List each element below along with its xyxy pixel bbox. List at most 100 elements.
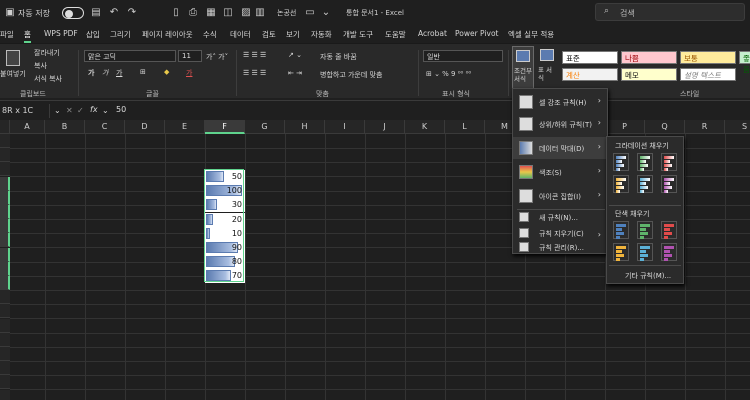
column-header-l[interactable]: L [445, 120, 485, 134]
solid-databar-option-icon[interactable] [613, 243, 629, 261]
row-header[interactable] [0, 205, 10, 219]
column-header-d[interactable]: D [125, 120, 165, 134]
tab-power-pivot[interactable]: Power Pivot [455, 29, 498, 38]
solid-databar-option-icon[interactable] [613, 221, 629, 239]
column-header-a[interactable]: A [10, 120, 45, 134]
bold-button[interactable]: 가 [88, 68, 94, 78]
tab-review[interactable]: 검토 [262, 29, 276, 40]
column-header-g[interactable]: G [245, 120, 285, 134]
tab-wps-pdf[interactable]: WPS PDF [44, 29, 78, 38]
tab-automate[interactable]: 자동화 [311, 29, 332, 40]
row-header[interactable] [0, 290, 10, 305]
column-header-i[interactable]: I [325, 120, 365, 134]
solid-databar-option-icon[interactable] [661, 243, 677, 261]
image-icon[interactable]: ▨ [240, 7, 252, 19]
insert-function-button[interactable]: fx [90, 105, 98, 114]
gradient-databar-option-icon[interactable] [637, 175, 653, 193]
style-explanatory[interactable]: 설명 텍스트 [680, 68, 736, 81]
gradient-databar-option-icon[interactable] [613, 175, 629, 193]
currency-icon[interactable]: ⊞ ⌄ % 9 ⁰⁰ ⁰⁰ [426, 70, 471, 78]
tab-draw[interactable]: 그리기 [110, 29, 131, 40]
italic-button[interactable]: 가 [102, 68, 108, 78]
row-header[interactable] [0, 276, 10, 290]
menu-color-scales[interactable]: 색조(S) › [513, 161, 607, 183]
column-header-j[interactable]: J [365, 120, 405, 134]
format-painter-button[interactable]: 서식 복사 [34, 74, 62, 84]
orientation-icon[interactable]: ↗ ⌄ [288, 51, 302, 59]
fill-color-icon[interactable]: ◆ [164, 68, 169, 76]
gradient-databar-option-icon[interactable] [637, 153, 653, 171]
tab-data[interactable]: 데이터 [230, 29, 251, 40]
underline-button[interactable]: 가 [116, 68, 122, 78]
border-icon[interactable]: ⊞ [140, 68, 146, 76]
row-header[interactable] [0, 233, 10, 248]
paste-icon[interactable] [6, 50, 20, 66]
style-good[interactable]: 좋음 [739, 51, 750, 74]
row-header[interactable] [0, 134, 10, 148]
search-input[interactable]: ⌕ 검색 [595, 3, 745, 21]
redo-icon[interactable]: ↷ [126, 7, 138, 19]
style-bad[interactable]: 나쁨 [621, 51, 677, 64]
row-header[interactable] [0, 219, 10, 234]
tab-page-layout[interactable]: 페이지 레이아웃 [142, 29, 193, 40]
column-header-e[interactable]: E [165, 120, 205, 134]
tab-insert[interactable]: 삽입 [86, 29, 100, 40]
cut-button[interactable]: 잘라내기 [34, 48, 60, 58]
tab-view[interactable]: 보기 [286, 29, 300, 40]
clipboard-icon[interactable]: ▥ [254, 7, 266, 19]
solid-databar-option-icon[interactable] [637, 243, 653, 261]
tab-home[interactable]: 홈 [24, 29, 31, 43]
column-header-b[interactable]: B [45, 120, 85, 134]
autosave-toggle[interactable] [62, 7, 84, 19]
format-as-table-icon[interactable] [540, 49, 554, 61]
save-icon[interactable]: ▤ [90, 7, 102, 19]
row-header[interactable] [0, 148, 10, 163]
align-left-icon[interactable]: ☰ ☰ ☰ [243, 69, 266, 77]
formula-expand-icon[interactable]: ⌄ [102, 106, 109, 115]
merge-center-button[interactable]: 병합하고 가운데 맞춤 [320, 70, 382, 80]
row-header[interactable] [0, 361, 10, 376]
row-header[interactable] [0, 190, 10, 205]
camera-icon[interactable]: ◫ [222, 7, 234, 19]
copy-button[interactable]: 복사 [34, 61, 47, 71]
column-header-r[interactable]: R [685, 120, 725, 134]
customize-icon[interactable]: ⌄ [320, 7, 332, 19]
style-calculation[interactable]: 계산 [562, 68, 618, 81]
name-box-dropdown-icon[interactable]: ⌄ [54, 106, 61, 115]
column-header-q[interactable]: Q [645, 120, 685, 134]
column-header-k[interactable]: K [405, 120, 445, 134]
solid-databar-option-icon[interactable] [637, 221, 653, 239]
tab-formulas[interactable]: 수식 [203, 29, 217, 40]
cancel-icon[interactable]: ✕ [66, 106, 73, 115]
style-note[interactable]: 메모 [621, 68, 677, 81]
menu-icon-sets[interactable]: 아이콘 집합(I) › [513, 185, 607, 207]
menu-data-bars[interactable]: 데이터 막대(D) › [513, 137, 607, 159]
column-header-f[interactable]: F [205, 120, 245, 134]
file-tag[interactable]: 논공선 [277, 8, 296, 18]
font-size-select[interactable]: 11 [178, 50, 202, 62]
row-header[interactable] [0, 389, 10, 400]
conditional-formatting-button[interactable]: 조건부 서식 [512, 46, 534, 90]
more-rules-button[interactable]: 기타 규칙(M)... [625, 271, 671, 281]
format-as-table-button[interactable]: 표 서식 [538, 66, 556, 82]
outline-icon[interactable]: ▭ [304, 7, 316, 19]
formula-input[interactable]: 50 [116, 105, 126, 114]
number-format-select[interactable]: 일반 [423, 50, 503, 62]
menu-new-rule[interactable]: 새 규칙(N)... [513, 209, 607, 225]
enter-icon[interactable]: ✓ [77, 106, 84, 115]
indent-icon[interactable]: ⇤ ⇥ [288, 69, 302, 77]
menu-manage-rules[interactable]: 규칙 관리(R)... [513, 239, 607, 255]
gradient-databar-option-icon[interactable] [613, 153, 629, 171]
style-neutral[interactable]: 보통 [680, 51, 736, 64]
select-all-corner[interactable] [0, 120, 10, 134]
style-normal[interactable]: 표준 [562, 51, 618, 64]
tab-developer[interactable]: 개발 도구 [343, 29, 373, 40]
paste-button[interactable]: 붙여넣기 [0, 69, 26, 79]
row-header[interactable] [0, 318, 10, 333]
font-grow-icon[interactable]: 가˄ 가˅ [206, 52, 228, 62]
row-header[interactable] [0, 332, 10, 347]
menu-top-bottom-rules[interactable]: 상위/하위 규칙(T) › [513, 113, 607, 135]
tab-acrobat[interactable]: Acrobat [418, 29, 447, 38]
row-header[interactable] [0, 375, 10, 390]
row-header[interactable] [0, 304, 10, 319]
